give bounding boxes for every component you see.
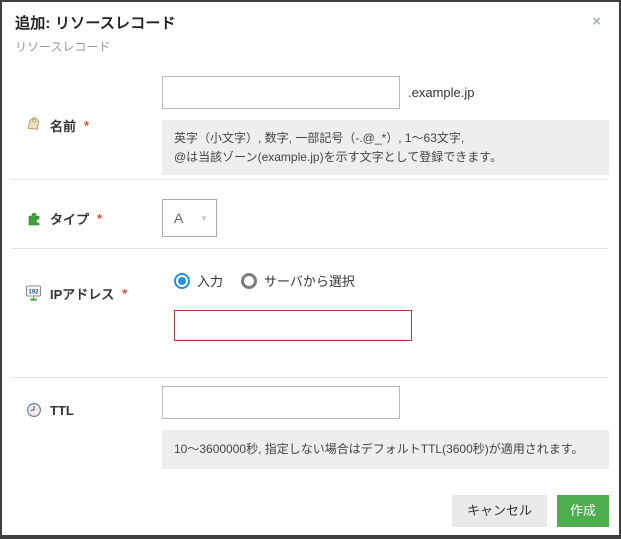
radio-select-from-server[interactable] bbox=[241, 273, 257, 289]
name-input[interactable] bbox=[162, 76, 400, 109]
type-field-row: タイプ * A ▼ bbox=[2, 187, 619, 248]
chevron-down-icon: ▼ bbox=[200, 214, 208, 223]
name-hint-line2: @は当該ゾーン(example.jp)を示す文字として登録できます。 bbox=[174, 148, 597, 167]
ip-label: IPアドレス bbox=[50, 284, 114, 303]
type-label: タイプ bbox=[50, 209, 89, 228]
ttl-field-row: TTL 10～3600000秒, 指定しない場合はデフォルトTTL(3600秒)… bbox=[2, 378, 619, 469]
clock-icon bbox=[25, 402, 43, 418]
dialog-title: 追加: リソースレコード bbox=[15, 12, 605, 33]
puzzle-piece-icon bbox=[25, 210, 43, 227]
radio-server-label[interactable]: サーバから選択 bbox=[264, 271, 355, 290]
ip-required-mark: * bbox=[122, 286, 127, 301]
create-button[interactable]: 作成 bbox=[557, 495, 609, 527]
radio-input-selected[interactable] bbox=[174, 273, 190, 289]
dialog-subtitle: リソースレコード bbox=[15, 38, 605, 55]
ttl-field-area: 10～3600000秒, 指定しない場合はデフォルトTTL(3600秒)が適用さ… bbox=[162, 386, 609, 469]
name-hint-line1: 英字（小文字）, 数字, 一部記号（-.@_*）, 1～63文字, bbox=[174, 129, 597, 148]
ip-address-icon: 192 bbox=[25, 285, 43, 302]
name-required-mark: * bbox=[84, 118, 89, 133]
add-resource-record-dialog: 追加: リソースレコード リソースレコード × 名前 * .example.jp bbox=[0, 0, 621, 539]
name-field-area: .example.jp 英字（小文字）, 数字, 一部記号（-.@_*）, 1～… bbox=[162, 76, 609, 175]
cancel-button[interactable]: キャンセル bbox=[452, 495, 547, 527]
type-required-mark: * bbox=[97, 211, 102, 226]
name-hint: 英字（小文字）, 数字, 一部記号（-.@_*）, 1～63文字, @は当該ゾー… bbox=[162, 120, 609, 175]
domain-suffix: .example.jp bbox=[408, 85, 474, 100]
ip-field-row: 192 IPアドレス * 入力 サーバから選択 bbox=[2, 249, 619, 377]
divider bbox=[12, 179, 609, 180]
dialog-header: 追加: リソースレコード リソースレコード × bbox=[2, 2, 619, 68]
radio-input-label[interactable]: 入力 bbox=[197, 271, 223, 290]
name-label: 名前 bbox=[50, 116, 76, 135]
name-label-group: 名前 * bbox=[2, 76, 162, 175]
ip-source-radio-group: 入力 サーバから選択 bbox=[174, 271, 609, 290]
tag-icon bbox=[25, 117, 43, 134]
close-icon[interactable]: × bbox=[592, 14, 601, 29]
svg-text:192: 192 bbox=[28, 289, 39, 295]
ttl-input[interactable] bbox=[162, 386, 400, 419]
type-field-area: A ▼ bbox=[162, 199, 609, 237]
ip-address-input[interactable] bbox=[174, 310, 412, 341]
name-field-row: 名前 * .example.jp 英字（小文字）, 数字, 一部記号（-.@_*）… bbox=[2, 68, 619, 179]
dialog-footer: キャンセル 作成 bbox=[452, 495, 609, 527]
type-label-group: タイプ * bbox=[2, 199, 162, 237]
ip-field-area: 入力 サーバから選択 bbox=[162, 271, 609, 341]
type-selected-value: A bbox=[174, 210, 183, 226]
ttl-hint: 10～3600000秒, 指定しない場合はデフォルトTTL(3600秒)が適用さ… bbox=[162, 430, 609, 469]
ttl-label: TTL bbox=[50, 403, 74, 418]
ip-label-group: 192 IPアドレス * bbox=[2, 284, 162, 303]
ttl-label-group: TTL bbox=[2, 386, 162, 418]
type-select[interactable]: A ▼ bbox=[162, 199, 217, 237]
